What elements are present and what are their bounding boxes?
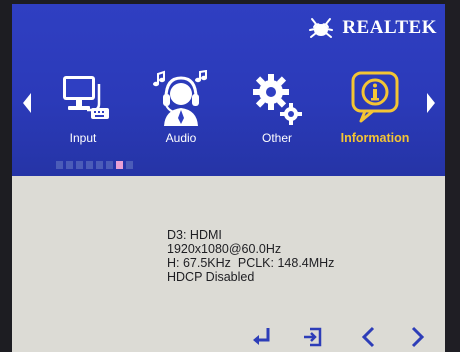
page-dot — [76, 161, 83, 169]
realtek-crab-logo-icon — [306, 16, 336, 40]
chevron-right-icon — [427, 93, 435, 113]
page-dot — [86, 161, 93, 169]
right-arrow-icon — [411, 326, 425, 348]
menu-item-audio-label: Audio — [165, 131, 197, 145]
signal-info: D3: HDMI 1920x1080@60.0Hz H: 67.5KHz PCL… — [167, 228, 387, 284]
page-dot — [66, 161, 73, 169]
menu-item-other[interactable]: Other — [232, 70, 322, 152]
frequency: H: 67.5KHz PCLK: 148.4MHz — [167, 256, 335, 270]
brand: REALTEK — [306, 16, 437, 40]
left-button[interactable] — [358, 324, 380, 348]
osd-menu: REALTEK Input Audio Other Information D3… — [12, 4, 445, 352]
menu-item-information[interactable]: Information — [330, 70, 420, 152]
exit-icon — [304, 327, 322, 347]
enter-icon — [253, 328, 270, 345]
chevron-left-icon — [23, 93, 31, 113]
menu-item-input[interactable]: Input — [38, 70, 128, 152]
monitor-input-icon — [38, 70, 128, 128]
bezel-right — [445, 0, 460, 352]
menu-prev-arrow[interactable] — [22, 92, 32, 114]
menu-item-audio[interactable]: Audio — [136, 70, 226, 152]
gears-icon — [232, 70, 322, 128]
osd-header: REALTEK Input Audio Other Information — [12, 4, 445, 176]
exit-button[interactable] — [302, 324, 324, 348]
page-indicator — [56, 161, 133, 169]
info-icon — [330, 70, 420, 128]
right-button[interactable] — [406, 324, 428, 348]
page-dot — [96, 161, 103, 169]
page-dot — [56, 161, 63, 169]
menu-next-arrow[interactable] — [426, 92, 436, 114]
bezel-left — [0, 0, 12, 352]
page-dot — [106, 161, 113, 169]
resolution: 1920x1080@60.0Hz — [167, 242, 282, 256]
input-source: D3: HDMI — [167, 228, 222, 242]
left-arrow-icon — [361, 326, 375, 348]
brand-name: REALTEK — [342, 17, 437, 38]
page-dot-active — [116, 161, 123, 169]
menu-item-information-label: Information — [340, 131, 410, 145]
menu-item-other-label: Other — [261, 131, 292, 145]
control-bar — [242, 324, 442, 350]
menu-item-input-label: Input — [69, 131, 97, 145]
enter-button[interactable] — [250, 324, 272, 348]
hdcp-status: HDCP Disabled — [167, 270, 255, 284]
page-dot — [126, 161, 133, 169]
headset-audio-icon — [136, 70, 226, 128]
